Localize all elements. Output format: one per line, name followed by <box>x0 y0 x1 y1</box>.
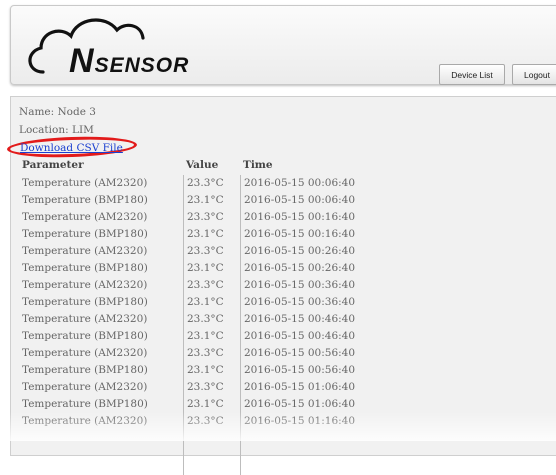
node-data-panel: Name: Node 3 Location: LIM Download CSV … <box>6 96 556 475</box>
cell-value: 23.3°C <box>187 279 224 291</box>
table-row: Temperature (AM2320) 23.3°C 2016-05-15 0… <box>11 175 556 192</box>
cell-value: 23.3°C <box>187 211 224 223</box>
cell-value: 23.1°C <box>187 262 224 274</box>
node-name: Name: Node 3 <box>19 106 96 118</box>
cell-value: 23.1°C <box>187 296 224 308</box>
cell-value: 23.3°C <box>187 313 224 325</box>
cell-time: 2016-05-15 00:06:40 <box>244 177 356 189</box>
table-row: Temperature (BMP180) 23.1°C 2016-05-15 0… <box>11 362 556 379</box>
cell-value: 23.1°C <box>187 364 224 376</box>
cell-parameter: Temperature (AM2320) <box>22 279 148 291</box>
header-bar: NSENSOR Device List Logout <box>10 5 556 85</box>
cell-time: 2016-05-15 01:06:40 <box>244 381 356 393</box>
cell-parameter: Temperature (AM2320) <box>22 381 148 393</box>
cell-time: 2016-05-15 01:06:40 <box>244 398 356 410</box>
table-row: Temperature (AM2320) 23.3°C 2016-05-15 0… <box>11 243 556 260</box>
cell-parameter: Temperature (AM2320) <box>22 313 148 325</box>
cell-value: 23.1°C <box>187 228 224 240</box>
cell-value: 23.1°C <box>187 330 224 342</box>
table-row: Temperature (AM2320) 23.3°C 2016-05-15 0… <box>11 345 556 362</box>
cell-time: 2016-05-15 00:46:40 <box>244 313 356 325</box>
table-row: Temperature (AM2320) 23.3°C 2016-05-15 0… <box>11 277 556 294</box>
cell-parameter: Temperature (BMP180) <box>22 364 148 376</box>
cell-value: 23.3°C <box>187 381 224 393</box>
cell-value: 23.1°C <box>187 194 224 206</box>
cell-parameter: Temperature (BMP180) <box>22 194 148 206</box>
column-header-parameter: Parameter <box>22 159 84 171</box>
cell-parameter: Temperature (AM2320) <box>22 415 148 427</box>
column-header-time: Time <box>243 159 273 171</box>
cell-value: 23.3°C <box>187 245 224 257</box>
cell-time: 2016-05-15 00:26:40 <box>244 262 356 274</box>
table-row: Temperature (AM2320) 23.3°C 2016-05-15 0… <box>11 209 556 226</box>
table-row: Temperature (AM2320) 23.3°C 2016-05-15 0… <box>11 311 556 328</box>
logo-wordmark: NSENSOR <box>69 42 189 81</box>
cell-time: 2016-05-15 00:36:40 <box>244 279 356 291</box>
cell-time: 2016-05-15 00:56:40 <box>244 347 356 359</box>
table-row: Temperature (BMP180) 23.1°C 2016-05-15 0… <box>11 396 556 413</box>
cell-value: 23.3°C <box>187 347 224 359</box>
cell-parameter: Temperature (BMP180) <box>22 228 148 240</box>
table-header: Parameter Value Time <box>11 159 556 175</box>
download-csv-link[interactable]: Download CSV File <box>20 142 123 154</box>
cell-time: 2016-05-15 00:36:40 <box>244 296 356 308</box>
cell-time: 2016-05-15 01:16:40 <box>244 415 356 427</box>
cell-value: 23.3°C <box>187 415 224 427</box>
device-list-button[interactable]: Device List <box>439 64 505 85</box>
cell-time: 2016-05-15 00:16:40 <box>244 211 356 223</box>
cell-time: 2016-05-15 00:46:40 <box>244 330 356 342</box>
readings-table: Parameter Value Time Temperature (AM2320… <box>11 159 556 475</box>
cell-parameter: Temperature (AM2320) <box>22 245 148 257</box>
cell-parameter: Temperature (BMP180) <box>22 398 148 410</box>
nsensor-logo: NSENSOR <box>19 12 229 82</box>
node-location: Location: LIM <box>19 124 94 136</box>
cell-value: 23.1°C <box>187 398 224 410</box>
table-row: Temperature (AM2320) 23.3°C 2016-05-15 0… <box>11 413 556 430</box>
column-header-value: Value <box>186 159 219 171</box>
logout-button[interactable]: Logout <box>512 64 556 85</box>
cell-parameter: Temperature (BMP180) <box>22 262 148 274</box>
logo-letter: N <box>69 42 95 80</box>
table-row: Temperature (BMP180) 23.1°C 2016-05-15 0… <box>11 226 556 243</box>
cell-time: 2016-05-15 00:56:40 <box>244 364 356 376</box>
cell-parameter: Temperature (AM2320) <box>22 211 148 223</box>
cell-parameter: Temperature (BMP180) <box>22 296 148 308</box>
cell-time: 2016-05-15 00:26:40 <box>244 245 356 257</box>
logo-rest: SENSOR <box>94 54 190 77</box>
cell-value: 23.3°C <box>187 177 224 189</box>
table-row: Temperature (BMP180) 23.1°C 2016-05-15 0… <box>11 328 556 345</box>
table-row: Temperature (AM2320) 23.3°C 2016-05-15 0… <box>11 379 556 396</box>
cell-parameter: Temperature (BMP180) <box>22 330 148 342</box>
table-row: Temperature (BMP180) 23.1°C 2016-05-15 0… <box>11 192 556 209</box>
cell-time: 2016-05-15 00:06:40 <box>244 194 356 206</box>
table-row: Temperature (BMP180) 23.1°C 2016-05-15 0… <box>11 294 556 311</box>
table-row: Temperature (BMP180) 23.1°C 2016-05-15 0… <box>11 260 556 277</box>
cell-parameter: Temperature (AM2320) <box>22 177 148 189</box>
cell-time: 2016-05-15 00:16:40 <box>244 228 356 240</box>
cell-parameter: Temperature (AM2320) <box>22 347 148 359</box>
